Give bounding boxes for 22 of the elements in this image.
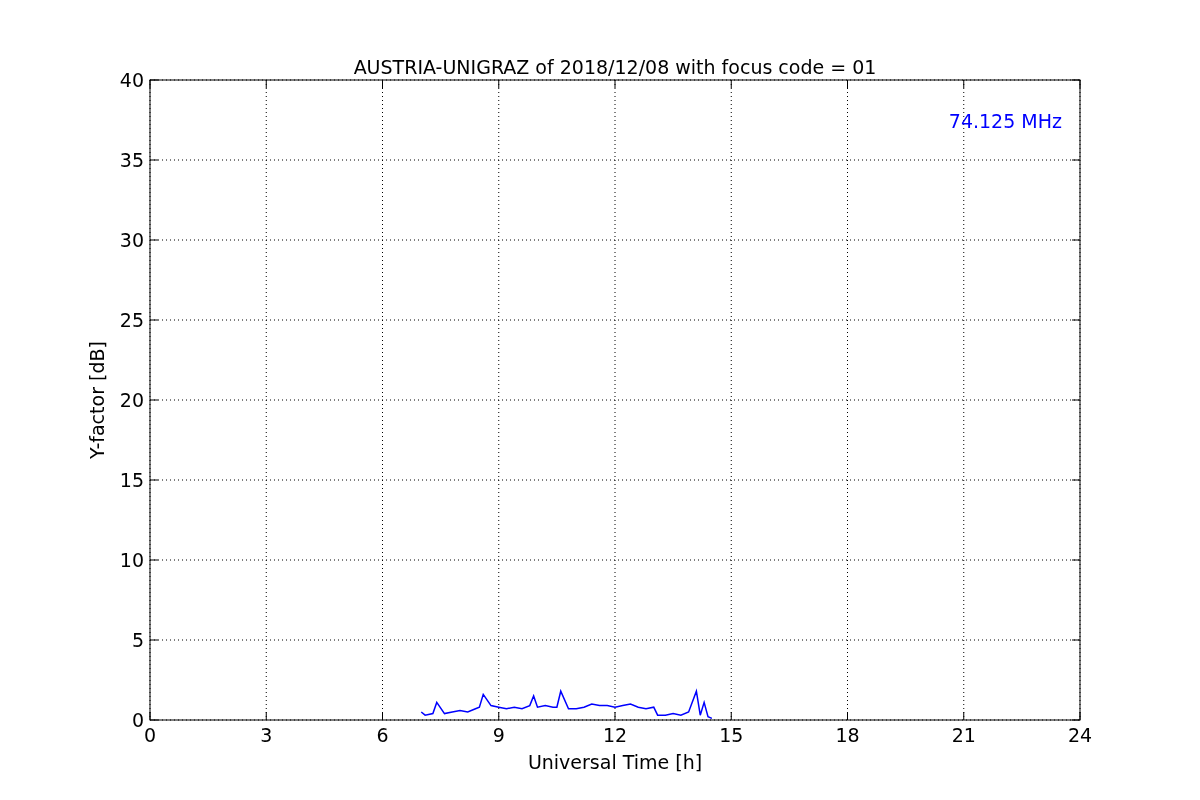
tick-label: 3: [260, 724, 273, 746]
tick-label: 0: [143, 724, 157, 746]
tick-label: 30: [119, 229, 144, 251]
tick-label: 9: [492, 724, 505, 746]
tick-label: 12: [602, 724, 628, 746]
y-axis-label: Y-factor [dB]: [86, 341, 108, 459]
tick-label: 15: [119, 469, 144, 491]
tick-label: 15: [719, 724, 744, 746]
tick-label: 18: [835, 724, 860, 746]
tick-label: 25: [119, 309, 144, 331]
tick-label: 35: [119, 149, 144, 171]
tick-label: 6: [376, 724, 389, 746]
tick-label: 21: [951, 724, 976, 746]
tick-label: 20: [119, 389, 144, 411]
series-label: 74.125 MHz: [948, 110, 1062, 132]
x-axis-label: Universal Time [h]: [527, 751, 703, 773]
tick-label: 24: [1067, 724, 1093, 746]
tick-label: 40: [119, 69, 144, 91]
tick-label: 0: [131, 709, 144, 731]
tick-label: 10: [119, 549, 144, 571]
chart-title: AUSTRIA-UNIGRAZ of 2018/12/08 with focus code = 01: [353, 56, 877, 78]
tick-label: 5: [131, 629, 144, 651]
